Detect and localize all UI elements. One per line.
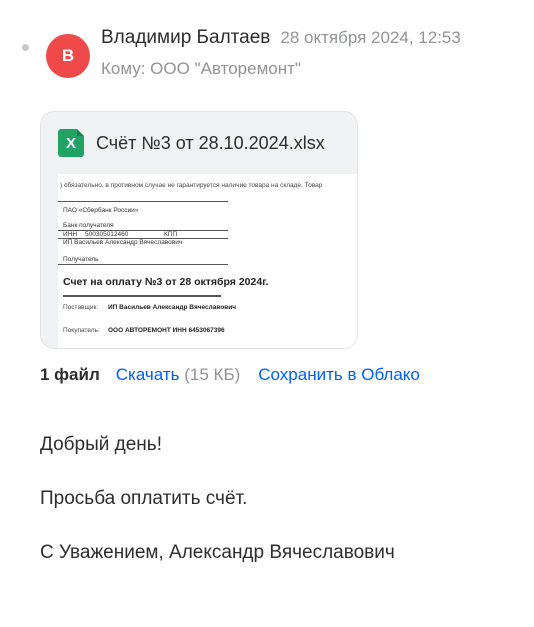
xlsx-file-icon: X	[58, 129, 84, 157]
xlsx-icon-letter: X	[65, 134, 76, 152]
attachment-file-name: Счёт №3 от 28.10.2024.xlsx	[96, 132, 325, 153]
preview-recipient-name: ИП Васильев Александр Вячеславович	[63, 239, 183, 246]
preview-recipient-label: Получатель	[63, 256, 99, 263]
preview-inn-value: 500305012460	[85, 231, 129, 238]
preview-divider	[58, 264, 228, 265]
body-signature: С Уважением, Александр Вячеславович	[40, 542, 395, 563]
preview-title-underline	[63, 295, 221, 297]
sender-line: Владимир Балтаев 28 октября 2024, 12:53	[101, 27, 461, 49]
preview-warning-text: ) обязательно, в противном случае не гар…	[60, 182, 323, 189]
preview-divider	[58, 230, 228, 231]
avatar-letter: В	[61, 46, 75, 65]
recipient[interactable]: Кому: ООО "Авторемонт"	[101, 59, 301, 79]
body-request: Просьба оплатить счёт.	[40, 488, 248, 509]
preview-kpp-label: КПП	[164, 231, 178, 238]
unread-indicator	[22, 44, 29, 51]
preview-inn-label: ИНН	[63, 231, 78, 238]
preview-buyer-value: ООО АВТОРЕМОНТ ИНН 6453067396	[108, 327, 225, 334]
preview-bank-label: Банк получателя	[63, 222, 114, 229]
attachments-bar: 1 файл Скачать (15 КБ) Сохранить в Облако	[40, 365, 420, 385]
avatar[interactable]: В	[46, 34, 90, 78]
file-size: (15 КБ)	[184, 365, 241, 384]
attachment-header: X Счёт №3 от 28.10.2024.xlsx	[58, 129, 325, 157]
sent-date: 28 октября 2024, 12:53	[280, 28, 461, 47]
attachment-card[interactable]: X Счёт №3 от 28.10.2024.xlsx ) обязатель…	[40, 111, 358, 349]
body-greeting: Добрый день!	[40, 434, 162, 455]
preview-invoice-title: Счет на оплату №3 от 28 октября 2024г.	[63, 276, 269, 288]
preview-supplier-label: Поставщик:	[63, 304, 99, 311]
save-to-cloud-link[interactable]: Сохранить в Облако	[258, 365, 420, 384]
download-link[interactable]: Скачать	[116, 365, 180, 384]
preview-supplier-value: ИП Васильев Александр Вячеславович	[108, 304, 237, 311]
sender-name[interactable]: Владимир Балтаев	[101, 27, 270, 48]
preview-divider	[58, 201, 228, 202]
attachment-preview: ) обязательно, в противном случае не гар…	[58, 174, 357, 348]
preview-bank-name: ПАО «Сбербанк России»	[63, 207, 139, 214]
preview-buyer-label: Покупатель:	[63, 327, 100, 334]
files-count: 1 файл	[40, 365, 100, 384]
